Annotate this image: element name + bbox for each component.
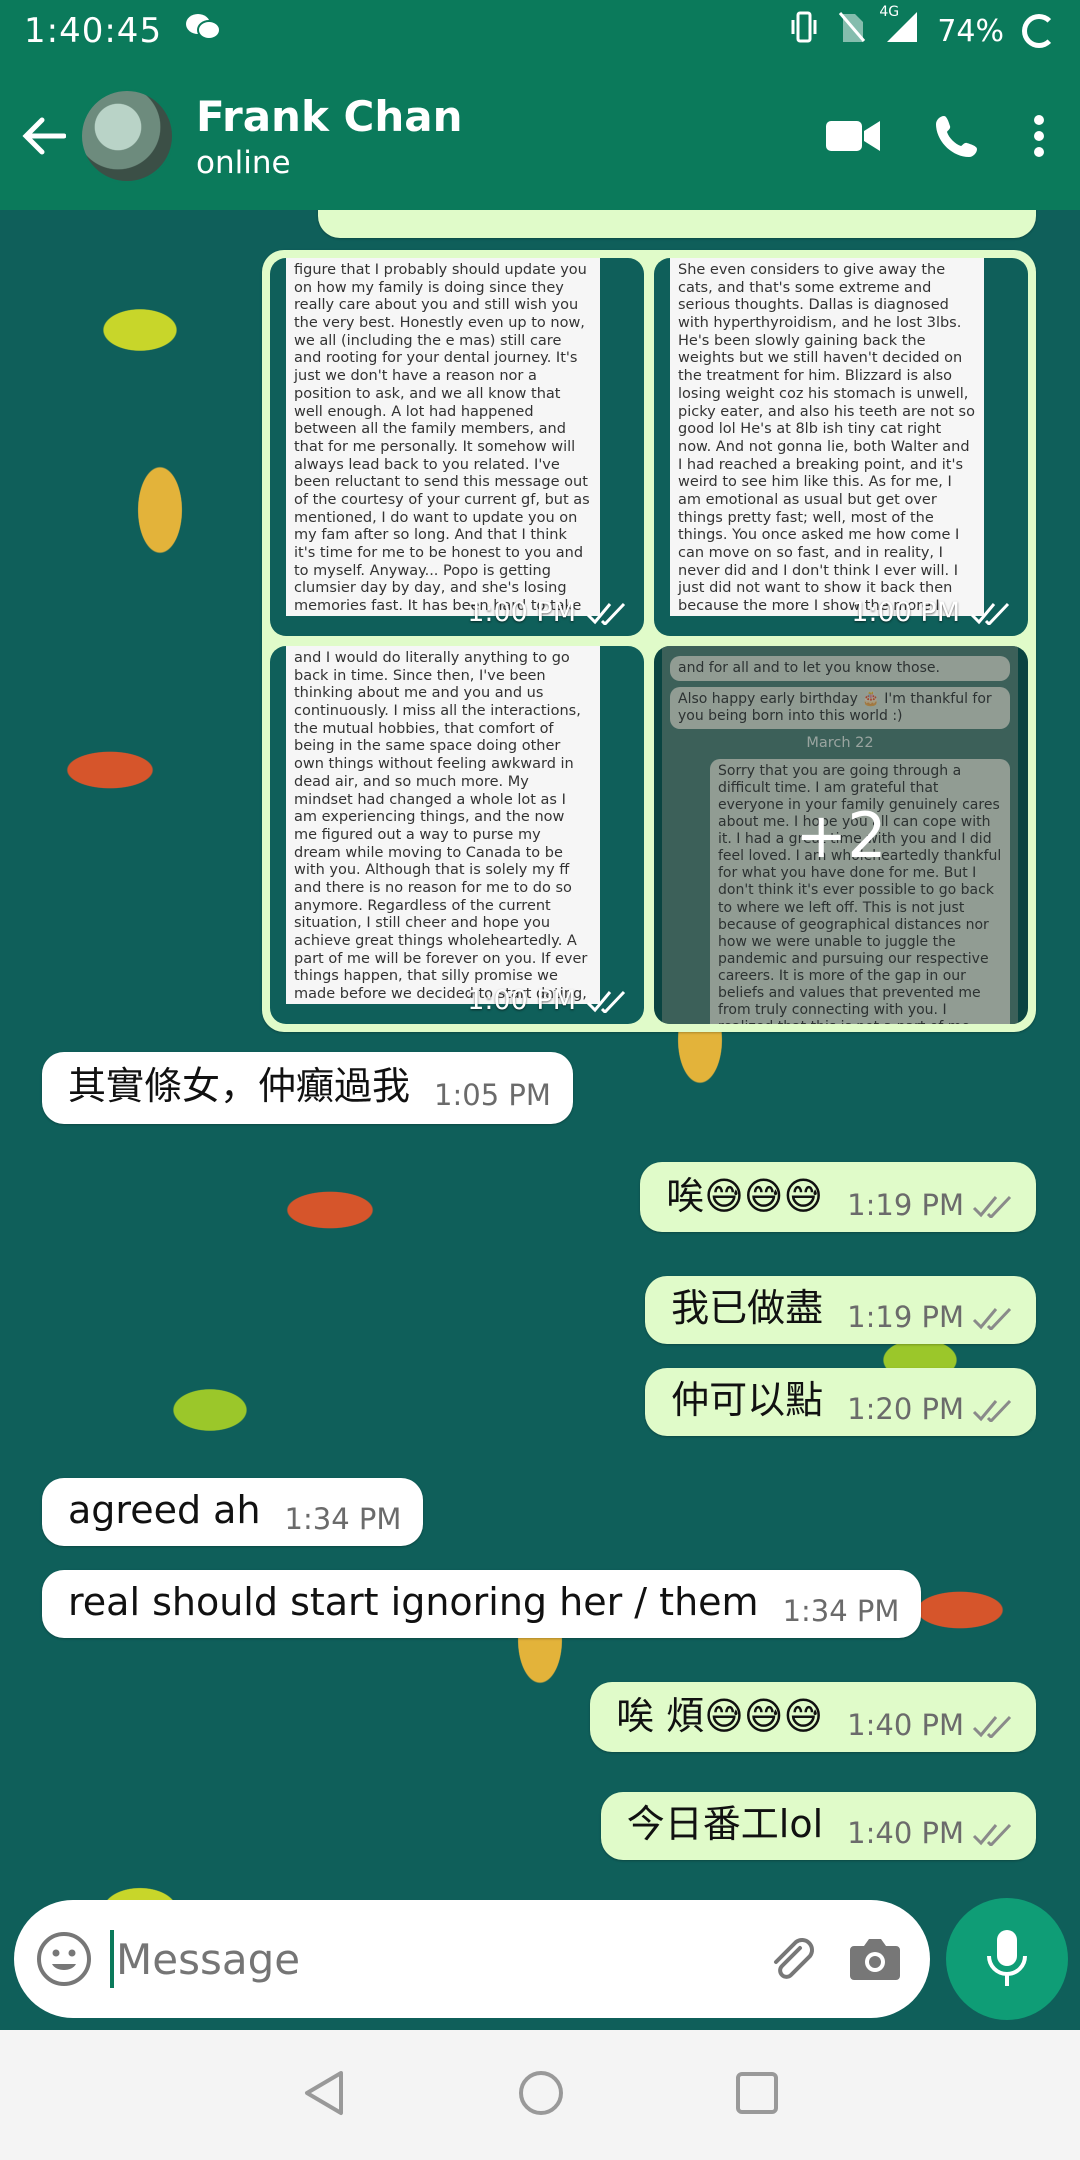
recents-nav-icon[interactable]: [735, 2071, 779, 2119]
message-bubble-outgoing[interactable]: 唉😅😅😅 1:19 PM: [640, 1162, 1036, 1232]
more-icon[interactable]: [1032, 114, 1046, 158]
signal-icon: 4G: [879, 4, 919, 52]
message-time: 1:34 PM: [782, 1593, 900, 1628]
read-ticks-icon: [586, 602, 626, 625]
message-composer: [14, 1900, 930, 2018]
message-time: 1:00 PM: [467, 597, 576, 628]
read-ticks-icon: [586, 990, 626, 1013]
message-text: 我已做盡: [671, 1286, 824, 1330]
read-ticks-icon: [972, 1195, 1012, 1218]
status-bar: 1:40:45 4G 74%: [0, 0, 1080, 62]
message-meta: 1:00 PM: [467, 985, 630, 1016]
read-ticks-icon: [972, 1823, 1012, 1846]
message-bubble-partial[interactable]: [318, 210, 1036, 238]
attach-icon[interactable]: [756, 1924, 826, 1994]
message-bubble-outgoing[interactable]: 我已做盡 1:19 PM: [645, 1276, 1036, 1344]
message-time: 1:40 PM: [847, 1707, 964, 1742]
read-ticks-icon: [970, 602, 1010, 625]
message-input[interactable]: [110, 1930, 756, 1988]
phone-icon[interactable]: [934, 113, 980, 159]
message-text: 唉😅😅😅: [666, 1174, 824, 1218]
network-type: 4G: [879, 4, 900, 20]
contact-name: Frank Chan: [196, 91, 463, 141]
message-time: 1:40 PM: [847, 1815, 964, 1850]
wechat-icon: [184, 12, 222, 50]
message-meta: 1:00 PM: [851, 597, 1014, 628]
message-time: 1:19 PM: [847, 1299, 964, 1334]
contact-info[interactable]: Frank Chan online: [196, 92, 462, 181]
message-time: 1:00 PM: [851, 597, 960, 628]
back-nav-icon[interactable]: [301, 2069, 347, 2121]
message-text: 今日番工lol: [626, 1802, 824, 1846]
photo-group[interactable]: figure that I probably should update you…: [262, 250, 1036, 1032]
camera-icon[interactable]: [840, 1924, 910, 1994]
message-time: 1:00 PM: [467, 985, 576, 1016]
home-nav-icon[interactable]: [517, 2069, 565, 2121]
message-time: 1:20 PM: [847, 1391, 964, 1426]
message-bubble-outgoing[interactable]: 唉 煩😅😅😅 1:40 PM: [590, 1682, 1036, 1752]
read-ticks-icon: [972, 1307, 1012, 1330]
message-text: agreed ah: [68, 1488, 261, 1532]
photo-text: She even considers to give away the cats…: [670, 258, 984, 616]
no-sim-icon: [837, 10, 867, 52]
photo-thumb-more[interactable]: and for all and to let you know those. A…: [654, 646, 1028, 1024]
chat-area[interactable]: figure that I probably should update you…: [0, 210, 1080, 2030]
photo-text: and I would do literally anything to go …: [286, 646, 600, 1004]
message-time: 1:05 PM: [434, 1077, 551, 1112]
photo-thumb[interactable]: figure that I probably should update you…: [270, 258, 644, 636]
message-bubble-incoming[interactable]: 其實條女，仲癲過我 1:05 PM: [42, 1052, 573, 1124]
battery-percent: 74%: [937, 13, 1004, 49]
message-bubble-incoming[interactable]: agreed ah 1:34 PM: [42, 1478, 424, 1546]
message-text: real should start ignoring her / them: [68, 1580, 759, 1624]
message-time: 1:19 PM: [847, 1187, 964, 1222]
message-bubble-incoming[interactable]: real should start ignoring her / them 1:…: [42, 1570, 922, 1638]
photo-thumb[interactable]: and I would do literally anything to go …: [270, 646, 644, 1024]
clock: 1:40:45: [24, 11, 163, 51]
message-text: 其實條女，仲癲過我: [68, 1064, 411, 1108]
contact-status: online: [196, 144, 291, 181]
read-ticks-icon: [972, 1399, 1012, 1422]
message-text: 唉 煩😅😅😅: [616, 1694, 824, 1738]
avatar[interactable]: [80, 89, 174, 183]
message-bubble-outgoing[interactable]: 今日番工lol 1:40 PM: [600, 1792, 1036, 1860]
system-nav-bar: [0, 2030, 1080, 2160]
read-ticks-icon: [972, 1715, 1012, 1738]
vibrate-icon: [789, 10, 819, 52]
photo-thumb[interactable]: She even considers to give away the cats…: [654, 258, 1028, 636]
emoji-icon[interactable]: [34, 1929, 94, 1989]
battery-ring-icon: [1022, 14, 1056, 48]
video-call-icon[interactable]: [824, 117, 882, 155]
message-time: 1:34 PM: [284, 1501, 402, 1536]
mic-icon[interactable]: [946, 1898, 1068, 2020]
photo-text: figure that I probably should update you…: [286, 258, 600, 616]
message-text: 仲可以點: [671, 1378, 824, 1422]
more-photos-count: +2: [654, 646, 1028, 1024]
message-bubble-outgoing[interactable]: 仲可以點 1:20 PM: [645, 1368, 1036, 1436]
message-meta: 1:00 PM: [467, 597, 630, 628]
back-arrow-icon[interactable]: [14, 106, 74, 166]
chat-header: Frank Chan online: [0, 62, 1080, 210]
